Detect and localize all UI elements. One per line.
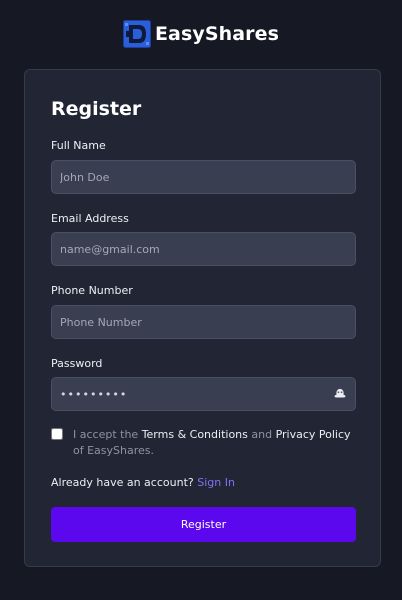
signin-row: Already have an account? Sign In [51, 476, 235, 489]
full-name-label: Full Name [51, 139, 106, 152]
brand-name: EasyShares [154, 23, 280, 45]
signin-link[interactable]: Sign In [197, 476, 235, 489]
privacy-policy-link[interactable]: Privacy Policy [276, 428, 351, 441]
email-input[interactable] [51, 232, 356, 266]
brand-header: EasyShares [0, 19, 402, 49]
signin-prompt: Already have an account? [51, 476, 198, 489]
terms-conditions-link[interactable]: Terms & Conditions [142, 428, 248, 441]
phone-input[interactable] [51, 305, 356, 339]
register-page: EasyShares Register Full Name Email Addr… [0, 0, 402, 600]
password-label: Password [51, 357, 103, 370]
terms-prefix: I accept the [73, 428, 142, 441]
easyshares-logo-icon [122, 20, 151, 48]
form-title: Register [51, 98, 142, 120]
email-label: Email Address [51, 212, 129, 225]
terms-checkbox[interactable] [51, 428, 63, 440]
full-name-input[interactable] [51, 160, 356, 194]
terms-suffix: of EasyShares. [73, 444, 155, 457]
password-input[interactable] [51, 377, 356, 411]
password-field-wrapper [51, 377, 356, 411]
terms-text: I accept the Terms & Conditions and Priv… [73, 427, 363, 459]
eye-icon[interactable] [332, 386, 348, 402]
register-button[interactable]: Register [51, 507, 356, 542]
terms-middle: and [247, 428, 276, 441]
register-card: Register Full Name Email Address Phone N… [24, 69, 381, 567]
phone-label: Phone Number [51, 284, 133, 297]
